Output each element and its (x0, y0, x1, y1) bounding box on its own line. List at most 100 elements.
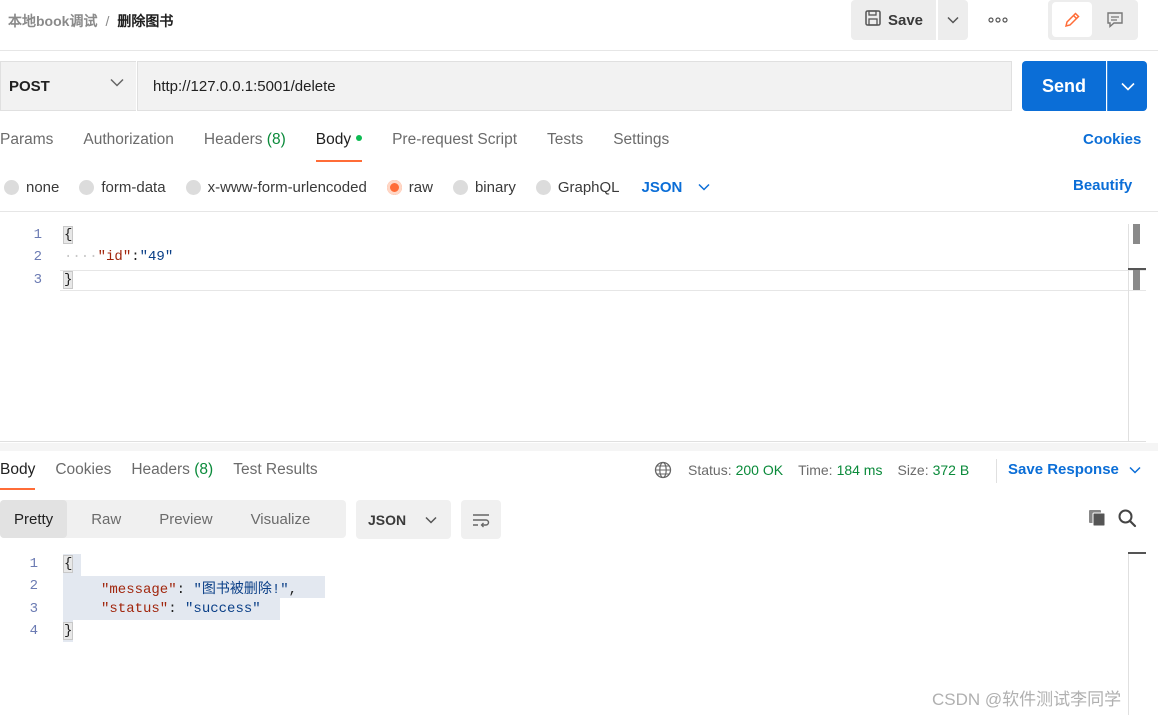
json-key: "status" (101, 601, 169, 617)
save-response-button[interactable]: Save Response (1008, 461, 1141, 478)
code-line: } (62, 622, 74, 640)
json-colon: : (176, 582, 194, 598)
radio-form-data[interactable]: form-data (79, 178, 166, 196)
globe-icon[interactable] (654, 461, 672, 479)
indent-guide: ···· (64, 249, 98, 265)
send-button[interactable]: Send (1022, 61, 1106, 111)
view-preview[interactable]: Preview (145, 500, 226, 538)
tab-authorization[interactable]: Authorization (83, 131, 173, 161)
brace: } (62, 271, 74, 289)
radio-label: GraphQL (557, 178, 620, 196)
size-value[interactable]: 372 B (933, 462, 970, 478)
json-key: "message" (101, 582, 177, 598)
view-visualize[interactable]: Visualize (237, 500, 325, 538)
tab-label: Headers (131, 461, 190, 478)
line-number: 4 (29, 623, 38, 639)
search-icon[interactable] (1117, 508, 1137, 528)
radio-binary[interactable]: binary (452, 178, 516, 196)
json-colon: : (168, 601, 186, 617)
radio-circle (79, 179, 95, 195)
edit-mode-button[interactable] (1052, 2, 1092, 37)
request-tabs: Params Authorization Headers (8) Body Pr… (0, 131, 699, 162)
radio-none[interactable]: none (4, 179, 59, 196)
line-number: 3 (29, 601, 38, 617)
scrollbar-thumb[interactable] (1133, 270, 1140, 290)
chevron-down-icon (425, 516, 437, 524)
ellipsis-icon (988, 17, 1008, 23)
status-value[interactable]: 200 OK (736, 462, 783, 478)
time-label: Time: (798, 462, 833, 478)
view-raw[interactable]: Raw (77, 500, 135, 538)
divider (996, 459, 997, 483)
tab-label: Body (315, 131, 352, 148)
radio-raw[interactable]: raw (386, 179, 433, 196)
scrollbar-thumb[interactable] (1133, 224, 1140, 244)
url-input[interactable]: http://127.0.0.1:5001/delete (137, 61, 1012, 111)
radio-circle (185, 179, 201, 195)
tab-pre-request-script[interactable]: Pre-request Script (392, 131, 517, 161)
line-number: 1 (33, 227, 42, 243)
radio-graphql[interactable]: GraphQL (535, 178, 620, 196)
wrap-lines-button[interactable] (461, 500, 501, 539)
copy-icon[interactable] (1087, 508, 1107, 528)
response-format-select[interactable]: JSON (356, 500, 451, 539)
breadcrumb-collection[interactable]: 本地book调试 (8, 11, 97, 31)
tab-label: Tests (547, 131, 584, 148)
format-value: JSON (641, 178, 683, 196)
tab-params[interactable]: Params (0, 131, 53, 161)
json-value: "图书被删除!" (193, 582, 289, 598)
header-divider (0, 50, 1158, 51)
request-body-editor[interactable]: 1 2 3 { ····"id":"49" } (0, 224, 1146, 442)
tab-body[interactable]: Body (315, 131, 363, 162)
tab-count: (8) (266, 131, 286, 148)
response-scrollbar[interactable] (1128, 552, 1146, 715)
json-value: "49" (139, 249, 174, 265)
tab-settings[interactable]: Settings (613, 131, 669, 161)
tab-response-cookies[interactable]: Cookies (55, 461, 111, 489)
radio-label: form-data (101, 178, 166, 196)
cookies-link[interactable]: Cookies (1083, 131, 1141, 148)
pane-splitter[interactable] (0, 443, 1158, 451)
breadcrumb-separator: / (105, 13, 110, 29)
tab-label: Headers (203, 131, 263, 148)
brace: { (62, 555, 74, 573)
radio-circle (386, 179, 402, 195)
view-pretty[interactable]: Pretty (0, 500, 68, 538)
json-value: "success" (185, 601, 261, 617)
watermark: CSDN @软件测试李同学 (932, 690, 1122, 709)
editor-scrollbar[interactable] (1128, 224, 1146, 442)
time-value[interactable]: 184 ms (837, 462, 883, 478)
radio-label: binary (474, 178, 516, 196)
body-format-select[interactable]: JSON (642, 179, 711, 196)
size-label: Size: (897, 462, 929, 478)
wrap-icon (473, 513, 490, 527)
more-options-button[interactable] (980, 8, 1016, 32)
radio-circle (535, 179, 551, 195)
tab-label: Pre-request Script (392, 131, 518, 148)
pencil-icon (1064, 11, 1080, 27)
comments-button[interactable] (1096, 2, 1134, 37)
radio-x-www-form-urlencoded[interactable]: x-www-form-urlencoded (185, 179, 367, 196)
tab-response-headers[interactable]: Headers (8) (131, 461, 213, 489)
beautify-link[interactable]: Beautify (1073, 177, 1132, 194)
save-options-button[interactable] (938, 0, 968, 40)
tab-response-body[interactable]: Body (0, 461, 36, 490)
format-value: JSON (368, 511, 407, 528)
tab-headers[interactable]: Headers (8) (204, 131, 286, 161)
save-button[interactable]: Save (851, 0, 936, 40)
comment-icon (1107, 11, 1123, 28)
url-value: http://127.0.0.1:5001/delete (153, 77, 336, 95)
radio-circle (4, 179, 19, 195)
chevron-down-icon (698, 183, 710, 191)
request-title[interactable]: 删除图书 (117, 11, 173, 31)
send-options-button[interactable] (1107, 61, 1147, 111)
tab-test-results[interactable]: Test Results (233, 461, 317, 489)
tab-tests[interactable]: Tests (547, 131, 583, 161)
tab-label: Cookies (55, 461, 112, 478)
divider (0, 211, 1158, 212)
json-comma: , (288, 582, 298, 598)
brace: { (62, 226, 74, 244)
line-number: 1 (29, 556, 38, 572)
tab-label: Body (0, 461, 36, 478)
code-line: ····"id":"49" (64, 249, 173, 265)
